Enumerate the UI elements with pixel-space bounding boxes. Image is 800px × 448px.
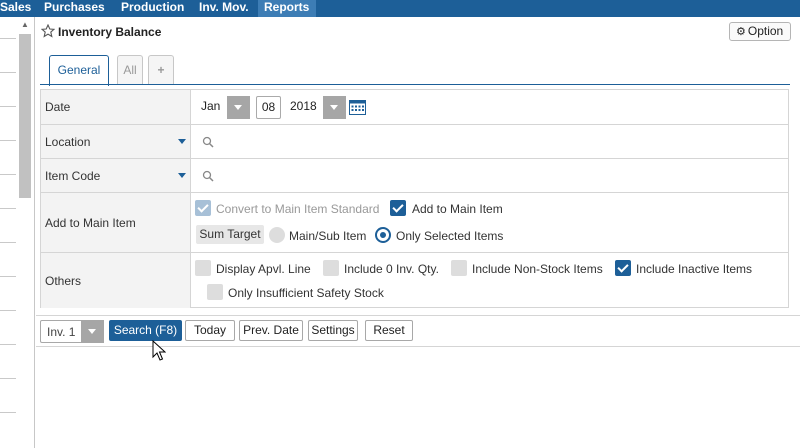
sidebar-divider [0, 412, 16, 413]
item-code-dropdown-icon[interactable] [178, 172, 186, 178]
nav-sales-label: Sales [0, 0, 32, 14]
reset-button[interactable]: Reset [365, 320, 413, 341]
main-sub-item-radio[interactable] [269, 227, 285, 243]
sidebar-divider [0, 344, 16, 345]
location-label: Location [45, 134, 91, 149]
item-code-label: Item Code [45, 168, 101, 183]
sidebar-divider [0, 72, 16, 73]
nav-inv-mov-label: Inv. Mov. [199, 0, 249, 14]
tab-all-label: All [123, 63, 137, 77]
sidebar-divider [0, 106, 16, 107]
year-select-value[interactable]: 2018 [290, 99, 317, 113]
mouse-cursor-icon [152, 340, 166, 361]
calendar-icon[interactable] [349, 99, 366, 115]
year-dropdown-arrow-icon[interactable] [323, 96, 346, 119]
nav-purchases[interactable]: Purchases [38, 0, 111, 17]
date-row: Date Jan 08 2018 [41, 90, 788, 125]
tab-general[interactable]: General [49, 55, 109, 86]
nav-production[interactable]: Production [115, 0, 190, 17]
search-form: Date Jan 08 2018 Location Item Code Add … [40, 89, 789, 308]
location-row: Location [41, 125, 788, 159]
add-to-main-checkbox[interactable] [390, 200, 406, 216]
item-code-label-cell[interactable]: Item Code [41, 159, 191, 192]
location-input[interactable] [192, 125, 788, 158]
left-sidebar: ▲ [0, 17, 35, 448]
include-non-stock-checkbox[interactable] [451, 260, 467, 276]
location-label-cell[interactable]: Location [41, 125, 191, 158]
tab-general-label: General [57, 63, 101, 77]
main-sub-item-label: Main/Sub Item [289, 229, 367, 243]
nav-purchases-label: Purchases [44, 0, 105, 14]
others-label: Others [45, 273, 82, 288]
date-label-cell: Date [41, 90, 191, 124]
month-select-value[interactable]: Jan [201, 99, 220, 113]
today-button[interactable]: Today [185, 320, 235, 341]
title-row: Inventory Balance ⚙ Option [36, 17, 800, 47]
sidebar-divider [0, 38, 16, 39]
inv-select-value: Inv. 1 [47, 325, 76, 339]
tab-underline [40, 84, 790, 85]
sidebar-divider [0, 140, 16, 141]
sidebar-scrollbar-thumb[interactable] [19, 34, 31, 198]
include-inactive-label: Include Inactive Items [636, 262, 753, 276]
sidebar-divider [0, 174, 16, 175]
search-icon [202, 170, 214, 182]
item-code-input[interactable] [192, 159, 788, 192]
sidebar-divider [0, 208, 16, 209]
option-button[interactable]: ⚙ Option [729, 22, 791, 41]
date-field: Jan 08 2018 [192, 90, 788, 124]
sidebar-divider [0, 310, 16, 311]
include-non-stock-label: Include Non-Stock Items [472, 262, 603, 276]
sidebar-divider [0, 242, 16, 243]
others-label-cell: Others [41, 253, 191, 308]
add-to-main-options: Convert to Main Item Standard Add to Mai… [192, 193, 788, 252]
only-insufficient-safety-stock-label: Only Insufficient Safety Stock [228, 286, 384, 300]
nav-production-label: Production [121, 0, 185, 14]
nav-reports[interactable]: Reports [258, 0, 316, 17]
top-nav: Sales Purchases Production Inv. Mov. Rep… [0, 0, 800, 17]
sidebar-divider [0, 276, 16, 277]
others-options: Display Apvl. Line Include 0 Inv. Qty. I… [192, 253, 788, 308]
add-tab-button[interactable]: + [148, 55, 174, 85]
others-row: Others Display Apvl. Line Include 0 Inv.… [41, 253, 788, 308]
item-code-row: Item Code [41, 159, 788, 193]
convert-main-standard-label: Convert to Main Item Standard [216, 202, 380, 216]
include-inactive-checkbox[interactable] [615, 260, 631, 276]
settings-button[interactable]: Settings [308, 320, 358, 341]
display-apvl-line-label: Display Apvl. Line [216, 262, 311, 276]
star-icon[interactable] [41, 24, 55, 38]
add-to-main-row-label: Add to Main Item [45, 215, 136, 230]
search-icon [202, 136, 214, 148]
nav-sales[interactable]: Sales [0, 0, 37, 17]
location-dropdown-icon[interactable] [178, 138, 186, 144]
month-dropdown-arrow-icon[interactable] [227, 96, 250, 119]
add-to-main-option-label: Add to Main Item [412, 202, 503, 216]
sidebar-divider [0, 378, 16, 379]
scroll-up-arrow-icon[interactable]: ▲ [19, 20, 31, 30]
only-selected-items-radio[interactable] [375, 227, 391, 243]
nav-inv-mov[interactable]: Inv. Mov. [193, 0, 255, 17]
include-zero-qty-checkbox[interactable] [323, 260, 339, 276]
bottom-toolbar: Inv. 1 Search (F8) Today Prev. Date Sett… [36, 315, 800, 347]
date-label: Date [45, 100, 71, 114]
include-zero-qty-label: Include 0 Inv. Qty. [344, 262, 439, 276]
display-apvl-line-checkbox[interactable] [195, 260, 211, 276]
tab-all[interactable]: All [117, 55, 143, 85]
inv-select[interactable]: Inv. 1 [40, 320, 104, 343]
page-title: Inventory Balance [58, 25, 162, 39]
sum-target-label: Sum Target [196, 225, 264, 244]
nav-reports-label: Reports [264, 0, 310, 14]
search-button[interactable]: Search (F8) [109, 320, 182, 341]
inv-select-arrow-icon[interactable] [81, 320, 104, 343]
plus-icon: + [157, 63, 165, 77]
only-selected-items-label: Only Selected Items [396, 229, 504, 243]
add-to-main-row: Add to Main Item Convert to Main Item St… [41, 193, 788, 253]
option-button-label: Option [747, 24, 784, 38]
add-to-main-label-cell: Add to Main Item [41, 193, 191, 252]
gear-icon: ⚙ [736, 26, 746, 38]
prev-date-button[interactable]: Prev. Date [239, 320, 303, 341]
convert-main-standard-checkbox[interactable] [195, 200, 211, 216]
day-input[interactable]: 08 [256, 96, 281, 119]
only-insufficient-safety-stock-checkbox[interactable] [207, 284, 223, 300]
